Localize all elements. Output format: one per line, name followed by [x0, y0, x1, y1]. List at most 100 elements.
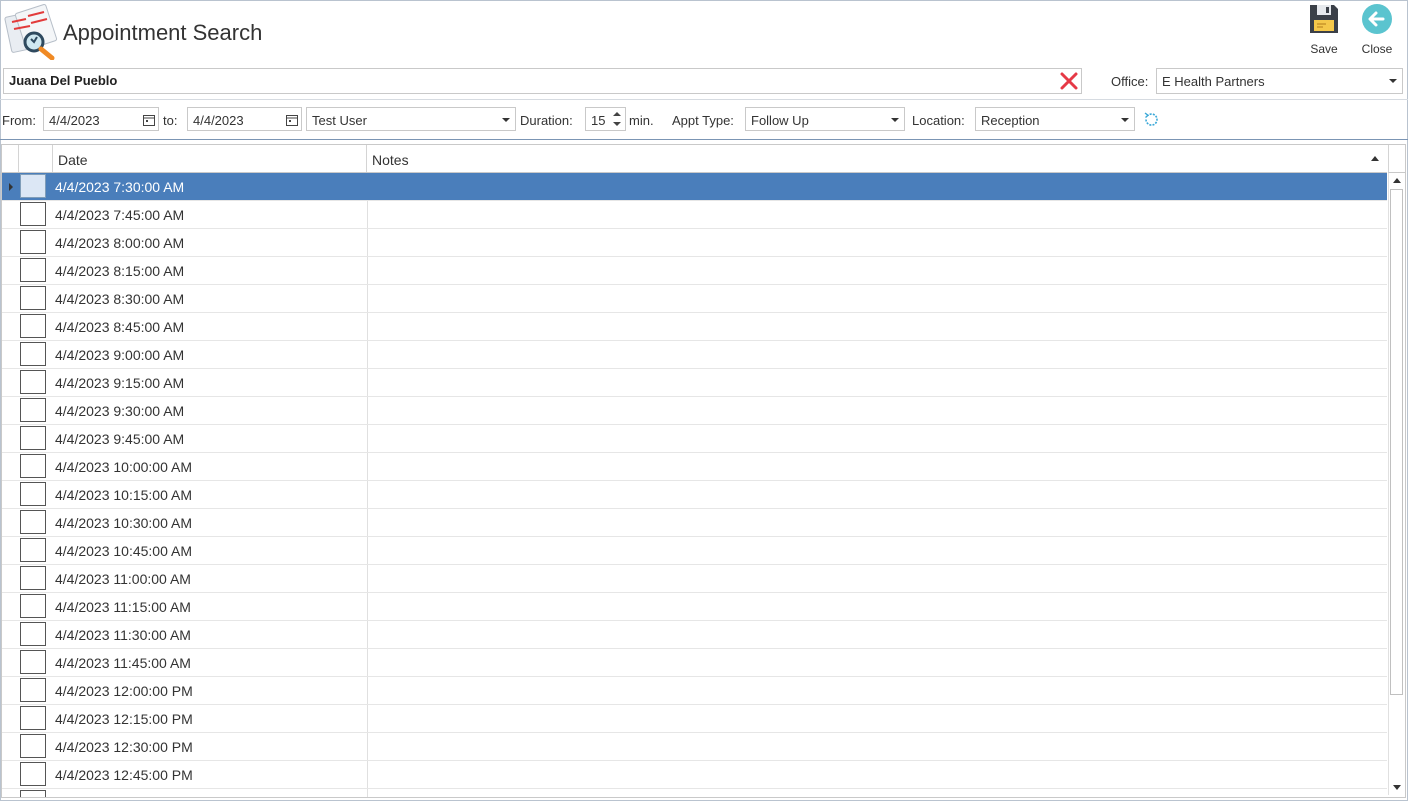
vertical-scrollbar[interactable]: [1388, 173, 1405, 795]
appt-type-select[interactable]: Follow Up: [745, 107, 905, 131]
row-indicator: [2, 761, 18, 788]
table-row[interactable]: 4/4/2023 9:15:00 AM: [2, 369, 1387, 397]
office-label: Office:: [1111, 74, 1149, 89]
table-row[interactable]: 4/4/2023 9:30:00 AM: [2, 397, 1387, 425]
row-notes-cell: [367, 509, 368, 536]
row-checkbox[interactable]: [20, 426, 46, 450]
table-row[interactable]: 4/4/2023 7:30:00 AM: [2, 173, 1387, 201]
close-button[interactable]: Close: [1352, 3, 1402, 56]
row-checkbox[interactable]: [20, 650, 46, 674]
table-row[interactable]: 4/4/2023 9:45:00 AM: [2, 425, 1387, 453]
row-checkbox[interactable]: [20, 706, 46, 730]
row-indicator: [2, 453, 18, 480]
header-check-cell: [19, 145, 53, 172]
table-row[interactable]: 4/4/2023 11:15:00 AM: [2, 593, 1387, 621]
scroll-up-icon[interactable]: [1393, 178, 1401, 183]
appointment-grid[interactable]: Date Notes 4/4/2023 7:30:00 AM 4/4/2023 7…: [1, 144, 1406, 798]
provider-select[interactable]: Test User: [306, 107, 516, 131]
table-row[interactable]: 4/4/2023 11:45:00 AM: [2, 649, 1387, 677]
row-checkbox[interactable]: [20, 454, 46, 478]
row-date: 4/4/2023 12:45:00 PM: [55, 767, 193, 783]
location-select[interactable]: Reception: [975, 107, 1135, 131]
table-row[interactable]: [2, 789, 1387, 797]
row-checkbox[interactable]: [20, 790, 46, 797]
calendar-icon[interactable]: [286, 113, 298, 126]
table-row[interactable]: 4/4/2023 11:30:00 AM: [2, 621, 1387, 649]
row-indicator: [2, 733, 18, 760]
table-row[interactable]: 4/4/2023 12:00:00 PM: [2, 677, 1387, 705]
divider: [0, 139, 1408, 140]
table-row[interactable]: 4/4/2023 12:15:00 PM: [2, 705, 1387, 733]
table-row[interactable]: 4/4/2023 8:15:00 AM: [2, 257, 1387, 285]
table-row[interactable]: 4/4/2023 9:00:00 AM: [2, 341, 1387, 369]
chevron-down-icon: [1389, 79, 1397, 83]
row-date: 4/4/2023 12:15:00 PM: [55, 711, 193, 727]
row-notes-cell: [367, 733, 368, 760]
patient-search-field[interactable]: Juana Del Pueblo: [3, 68, 1082, 94]
table-row[interactable]: 4/4/2023 10:45:00 AM: [2, 537, 1387, 565]
table-row[interactable]: 4/4/2023 11:00:00 AM: [2, 565, 1387, 593]
row-checkbox[interactable]: [20, 510, 46, 534]
scrollbar-thumb[interactable]: [1390, 189, 1403, 695]
row-checkbox[interactable]: [20, 734, 46, 758]
row-checkbox[interactable]: [20, 174, 46, 198]
row-notes-cell: [367, 649, 368, 676]
row-notes-cell: [367, 341, 368, 368]
row-checkbox[interactable]: [20, 538, 46, 562]
calendar-icon[interactable]: [143, 113, 155, 126]
refresh-icon[interactable]: [1143, 111, 1160, 131]
row-checkbox[interactable]: [20, 482, 46, 506]
spin-up-icon[interactable]: [613, 112, 621, 116]
row-date: 4/4/2023 9:45:00 AM: [55, 431, 185, 447]
row-indicator: [2, 593, 18, 620]
row-checkbox[interactable]: [20, 566, 46, 590]
from-label: From:: [2, 113, 36, 128]
row-checkbox[interactable]: [20, 286, 46, 310]
from-date-value: 4/4/2023: [49, 113, 100, 128]
table-row[interactable]: 4/4/2023 12:30:00 PM: [2, 733, 1387, 761]
table-row[interactable]: 4/4/2023 8:30:00 AM: [2, 285, 1387, 313]
save-button[interactable]: Save: [1299, 3, 1349, 56]
row-checkbox[interactable]: [20, 258, 46, 282]
location-value: Reception: [981, 113, 1040, 128]
table-row[interactable]: 4/4/2023 10:15:00 AM: [2, 481, 1387, 509]
row-checkbox[interactable]: [20, 202, 46, 226]
scroll-down-icon[interactable]: [1393, 785, 1401, 790]
table-row[interactable]: 4/4/2023 7:45:00 AM: [2, 201, 1387, 229]
row-notes-cell: [367, 705, 368, 732]
row-date: 4/4/2023 8:45:00 AM: [55, 319, 185, 335]
column-header-notes[interactable]: Notes: [367, 145, 1387, 172]
row-checkbox[interactable]: [20, 370, 46, 394]
save-label: Save: [1310, 42, 1338, 56]
scrollbar-corner: [1388, 145, 1405, 173]
column-header-date[interactable]: Date: [53, 145, 367, 172]
table-row[interactable]: 4/4/2023 8:00:00 AM: [2, 229, 1387, 257]
table-row[interactable]: 4/4/2023 8:45:00 AM: [2, 313, 1387, 341]
table-row[interactable]: 4/4/2023 10:30:00 AM: [2, 509, 1387, 537]
row-indicator: [2, 705, 18, 732]
row-checkbox[interactable]: [20, 342, 46, 366]
spin-down-icon[interactable]: [613, 122, 621, 126]
from-date-picker[interactable]: 4/4/2023: [43, 107, 159, 131]
row-notes-cell: [367, 481, 368, 508]
red-x-icon[interactable]: [1059, 71, 1079, 91]
row-checkbox[interactable]: [20, 398, 46, 422]
table-row[interactable]: 4/4/2023 10:00:00 AM: [2, 453, 1387, 481]
duration-stepper[interactable]: 15: [585, 107, 626, 131]
row-notes-cell: [367, 621, 368, 648]
row-checkbox[interactable]: [20, 230, 46, 254]
row-checkbox[interactable]: [20, 678, 46, 702]
row-indicator: [2, 481, 18, 508]
row-checkbox[interactable]: [20, 594, 46, 618]
row-indicator: [2, 313, 18, 340]
to-label: to:: [163, 113, 178, 128]
row-notes-cell: [367, 593, 368, 620]
office-select[interactable]: E Health Partners: [1156, 68, 1403, 94]
row-checkbox[interactable]: [20, 314, 46, 338]
page-title: Appointment Search: [63, 20, 263, 45]
to-date-picker[interactable]: 4/4/2023: [187, 107, 302, 131]
table-row[interactable]: 4/4/2023 12:45:00 PM: [2, 761, 1387, 789]
row-checkbox[interactable]: [20, 622, 46, 646]
row-checkbox[interactable]: [20, 762, 46, 786]
row-date: 4/4/2023 9:15:00 AM: [55, 375, 185, 391]
